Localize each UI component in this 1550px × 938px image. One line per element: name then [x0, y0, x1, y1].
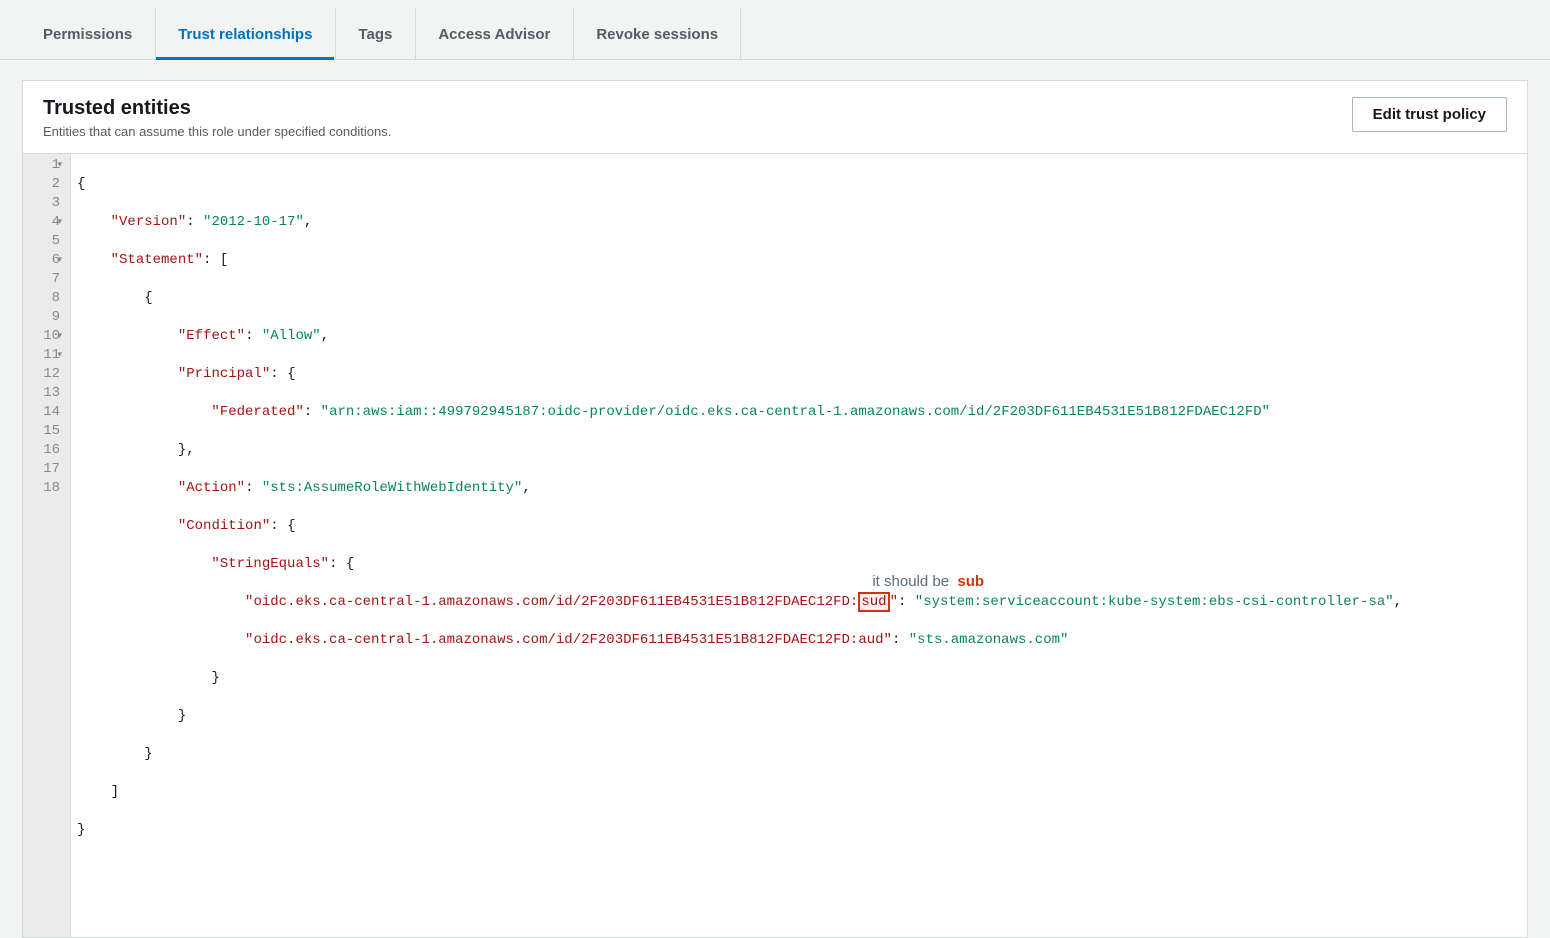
code-line: } — [77, 821, 1527, 840]
gutter-line: 6 — [31, 251, 60, 270]
code-line: "Principal": { — [77, 365, 1527, 384]
gutter-line: 3 — [31, 194, 60, 213]
trusted-entities-panel: Trusted entities Entities that can assum… — [22, 80, 1528, 938]
code-line: "Statement": [ — [77, 251, 1527, 270]
gutter-line: 2 — [31, 175, 60, 194]
panel-title: Trusted entities — [43, 97, 391, 120]
code-line: "Federated": "arn:aws:iam::499792945187:… — [77, 403, 1527, 422]
gutter-line: 17 — [31, 460, 60, 479]
gutter-line: 14 — [31, 403, 60, 422]
tab-bar: Permissions Trust relationships Tags Acc… — [0, 0, 1550, 60]
gutter-line: 4 — [31, 213, 60, 232]
code-gutter: 123456789101112131415161718 — [23, 154, 71, 937]
error-annotation: it should be sub — [872, 572, 984, 591]
panel-subtitle: Entities that can assume this role under… — [43, 124, 391, 139]
code-line: "StringEquals": { — [77, 555, 1527, 574]
code-line: "Version": "2012-10-17", — [77, 213, 1527, 232]
code-line: "Effect": "Allow", — [77, 327, 1527, 346]
edit-trust-policy-button[interactable]: Edit trust policy — [1352, 97, 1507, 132]
gutter-line: 5 — [31, 232, 60, 251]
annotation-fix: sub — [957, 573, 984, 590]
panel-heading-block: Trusted entities Entities that can assum… — [43, 97, 391, 139]
code-line: { — [77, 175, 1527, 194]
gutter-line: 1 — [31, 156, 60, 175]
gutter-line: 15 — [31, 422, 60, 441]
gutter-line: 13 — [31, 384, 60, 403]
policy-code-viewer: 123456789101112131415161718 { "Version":… — [23, 154, 1527, 937]
panel-header: Trusted entities Entities that can assum… — [23, 81, 1527, 154]
highlighted-error-token: sud — [858, 592, 889, 612]
tab-permissions[interactable]: Permissions — [20, 8, 155, 59]
tab-tags[interactable]: Tags — [335, 8, 415, 59]
tab-revoke-sessions[interactable]: Revoke sessions — [573, 8, 741, 59]
code-line: } — [77, 707, 1527, 726]
gutter-line: 9 — [31, 308, 60, 327]
code-line: } — [77, 745, 1527, 764]
gutter-line: 16 — [31, 441, 60, 460]
code-line: "oidc.eks.ca-central-1.amazonaws.com/id/… — [77, 593, 1527, 612]
code-line: "Action": "sts:AssumeRoleWithWebIdentity… — [77, 479, 1527, 498]
gutter-line: 8 — [31, 289, 60, 308]
code-line: }, — [77, 441, 1527, 460]
gutter-line: 12 — [31, 365, 60, 384]
gutter-line: 7 — [31, 270, 60, 289]
tab-access-advisor[interactable]: Access Advisor — [415, 8, 573, 59]
gutter-line: 18 — [31, 479, 60, 498]
gutter-line: 11 — [31, 346, 60, 365]
tab-trust-relationships[interactable]: Trust relationships — [155, 8, 335, 59]
code-line: ] — [77, 783, 1527, 802]
code-line: "oidc.eks.ca-central-1.amazonaws.com/id/… — [77, 631, 1527, 650]
gutter-line: 10 — [31, 327, 60, 346]
code-line: { — [77, 289, 1527, 308]
policy-json: { "Version": "2012-10-17", "Statement": … — [71, 154, 1527, 937]
annotation-lead: it should be — [872, 573, 949, 590]
code-line: } — [77, 669, 1527, 688]
